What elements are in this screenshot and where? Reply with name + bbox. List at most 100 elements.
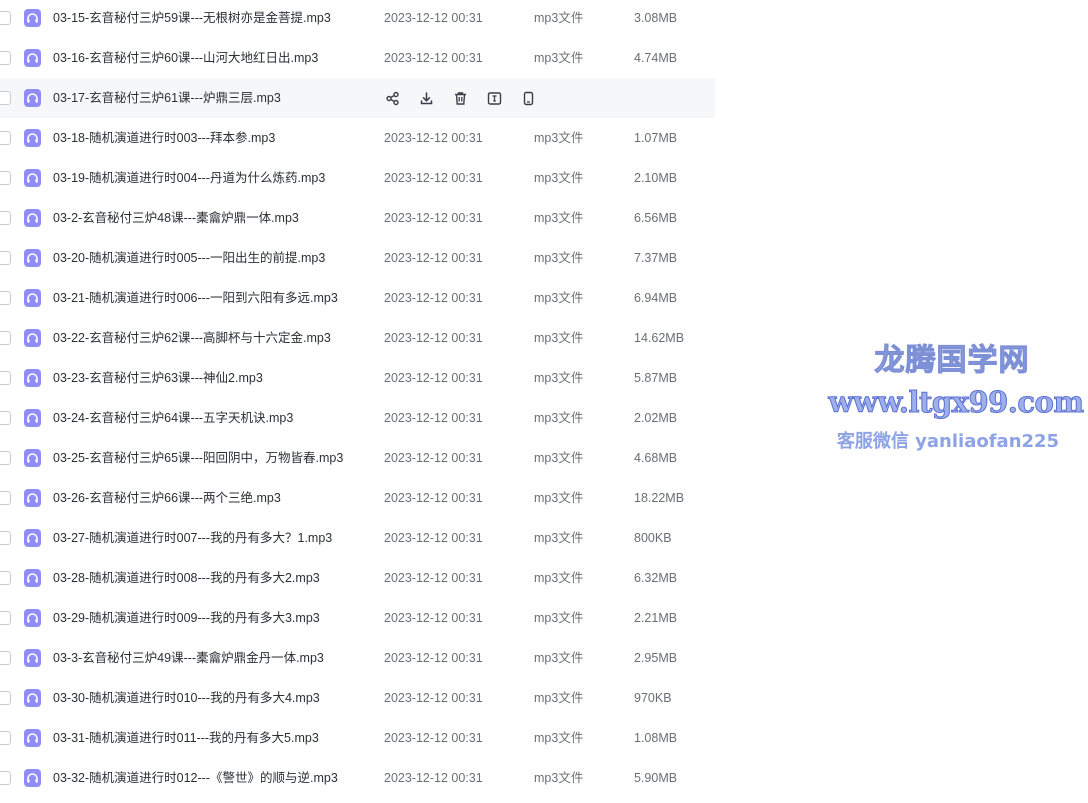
file-name[interactable]: 03-30-随机演道进行时010---我的丹有多大4.mp3 <box>53 678 320 718</box>
headphones-icon <box>24 529 41 547</box>
download-icon[interactable] <box>417 89 435 107</box>
row-checkbox[interactable] <box>0 611 11 625</box>
file-size: 1.07MB <box>634 131 678 145</box>
file-date: 2023-12-12 00:31 <box>384 131 483 145</box>
row-checkbox[interactable] <box>0 651 11 665</box>
file-name[interactable]: 03-17-玄音秘付三炉61课---炉鼎三层.mp3 <box>53 78 281 118</box>
row-checkbox[interactable] <box>0 251 11 265</box>
file-row[interactable]: 03-23-玄音秘付三炉63课---神仙2.mp3 2023-12-12 00:3… <box>0 358 715 398</box>
file-list: 03-15-玄音秘付三炉59课---无根树亦是金菩提.mp3 2023-12-12… <box>0 0 715 798</box>
file-date: 2023-12-12 00:31 <box>384 771 483 785</box>
file-size: 7.37MB <box>634 251 678 265</box>
file-row[interactable]: 03-29-随机演道进行时009---我的丹有多大3.mp3 2023-12-12… <box>0 598 715 638</box>
row-checkbox[interactable] <box>0 771 11 785</box>
file-row[interactable]: 03-28-随机演道进行时008---我的丹有多大2.mp3 2023-12-12… <box>0 558 715 598</box>
file-name[interactable]: 03-3-玄音秘付三炉49课---橐龠炉鼎金丹一体.mp3 <box>53 638 324 678</box>
row-checkbox[interactable] <box>0 331 11 345</box>
row-checkbox[interactable] <box>0 371 11 385</box>
file-row[interactable]: 03-22-玄音秘付三炉62课---高脚杯与十六定金.mp3 2023-12-12… <box>0 318 715 358</box>
row-checkbox[interactable] <box>0 291 11 305</box>
file-name[interactable]: 03-23-玄音秘付三炉63课---神仙2.mp3 <box>53 358 263 398</box>
file-name[interactable]: 03-28-随机演道进行时008---我的丹有多大2.mp3 <box>53 558 320 598</box>
row-checkbox[interactable] <box>0 131 11 145</box>
file-size: 5.87MB <box>634 371 678 385</box>
file-row[interactable]: 03-20-随机演道进行时005---一阳出生的前提.mp3 2023-12-12… <box>0 238 715 278</box>
mobile-icon[interactable] <box>519 89 537 107</box>
file-row[interactable]: 03-32-随机演道进行时012---《警世》的顺与逆.mp3 2023-12-1… <box>0 758 715 798</box>
row-checkbox[interactable] <box>0 411 11 425</box>
row-checkbox[interactable] <box>0 571 11 585</box>
file-row[interactable]: 03-17-玄音秘付三炉61课---炉鼎三层.mp3 <box>0 78 715 118</box>
row-checkbox[interactable] <box>0 11 11 25</box>
file-name[interactable]: 03-15-玄音秘付三炉59课---无根树亦是金菩提.mp3 <box>53 0 331 38</box>
file-row[interactable]: 03-30-随机演道进行时010---我的丹有多大4.mp3 2023-12-12… <box>0 678 715 718</box>
headphones-icon <box>24 9 41 27</box>
file-size: 1.08MB <box>634 731 678 745</box>
file-row[interactable]: 03-27-随机演道进行时007---我的丹有多大？1.mp3 2023-12-1… <box>0 518 715 558</box>
file-row[interactable]: 03-24-玄音秘付三炉64课---五字天机诀.mp3 2023-12-12 00… <box>0 398 715 438</box>
file-name[interactable]: 03-2-玄音秘付三炉48课---橐龠炉鼎一体.mp3 <box>53 198 299 238</box>
file-row[interactable]: 03-15-玄音秘付三炉59课---无根树亦是金菩提.mp3 2023-12-12… <box>0 0 715 38</box>
file-name[interactable]: 03-26-玄音秘付三炉66课---两个三绝.mp3 <box>53 478 281 518</box>
row-checkbox[interactable] <box>0 171 11 185</box>
file-date: 2023-12-12 00:31 <box>384 291 483 305</box>
file-type: mp3文件 <box>534 11 584 25</box>
file-date: 2023-12-12 00:31 <box>384 51 483 65</box>
file-name[interactable]: 03-20-随机演道进行时005---一阳出生的前提.mp3 <box>53 238 325 278</box>
file-row[interactable]: 03-26-玄音秘付三炉66课---两个三绝.mp3 2023-12-12 00:… <box>0 478 715 518</box>
row-checkbox[interactable] <box>0 531 11 545</box>
headphones-icon <box>24 729 41 747</box>
file-type: mp3文件 <box>534 451 584 465</box>
file-name[interactable]: 03-22-玄音秘付三炉62课---高脚杯与十六定金.mp3 <box>53 318 331 358</box>
file-size: 800KB <box>634 531 672 545</box>
file-row[interactable]: 03-2-玄音秘付三炉48课---橐龠炉鼎一体.mp3 2023-12-12 00… <box>0 198 715 238</box>
file-name[interactable]: 03-31-随机演道进行时011---我的丹有多大5.mp3 <box>53 718 319 758</box>
delete-icon[interactable] <box>451 89 469 107</box>
file-name[interactable]: 03-21-随机演道进行时006---一阳到六阳有多远.mp3 <box>53 278 338 318</box>
file-type: mp3文件 <box>534 731 584 745</box>
file-size: 18.22MB <box>634 491 685 505</box>
file-date: 2023-12-12 00:31 <box>384 451 483 465</box>
headphones-icon <box>24 209 41 227</box>
file-date: 2023-12-12 00:31 <box>384 331 483 345</box>
file-row[interactable]: 03-18-随机演道进行时003---拜本参.mp3 2023-12-12 00:… <box>0 118 715 158</box>
file-name[interactable]: 03-25-玄音秘付三炉65课---阳回阴中，万物皆春.mp3 <box>53 438 343 478</box>
file-size: 14.62MB <box>634 331 685 345</box>
row-checkbox[interactable] <box>0 731 11 745</box>
row-checkbox[interactable] <box>0 51 11 65</box>
file-row[interactable]: 03-31-随机演道进行时011---我的丹有多大5.mp3 2023-12-12… <box>0 718 715 758</box>
file-row[interactable]: 03-19-随机演道进行时004---丹道为什么炼药.mp3 2023-12-12… <box>0 158 715 198</box>
file-name[interactable]: 03-29-随机演道进行时009---我的丹有多大3.mp3 <box>53 598 320 638</box>
file-name[interactable]: 03-24-玄音秘付三炉64课---五字天机诀.mp3 <box>53 398 293 438</box>
row-checkbox[interactable] <box>0 491 11 505</box>
share-icon[interactable] <box>383 89 401 107</box>
file-date: 2023-12-12 00:31 <box>384 251 483 265</box>
headphones-icon <box>24 89 41 107</box>
file-size: 6.32MB <box>634 571 678 585</box>
file-date: 2023-12-12 00:31 <box>384 411 483 425</box>
file-size: 6.56MB <box>634 211 678 225</box>
file-name[interactable]: 03-27-随机演道进行时007---我的丹有多大？1.mp3 <box>53 518 332 558</box>
file-row[interactable]: 03-21-随机演道进行时006---一阳到六阳有多远.mp3 2023-12-1… <box>0 278 715 318</box>
file-row[interactable]: 03-16-玄音秘付三炉60课---山河大地红日出.mp3 2023-12-12 … <box>0 38 715 78</box>
row-checkbox[interactable] <box>0 451 11 465</box>
file-name[interactable]: 03-32-随机演道进行时012---《警世》的顺与逆.mp3 <box>53 758 338 798</box>
file-date: 2023-12-12 00:31 <box>384 11 483 25</box>
row-checkbox[interactable] <box>0 91 11 105</box>
file-date: 2023-12-12 00:31 <box>384 611 483 625</box>
rename-icon[interactable] <box>485 89 503 107</box>
file-type: mp3文件 <box>534 331 584 345</box>
row-checkbox[interactable] <box>0 211 11 225</box>
file-row[interactable]: 03-25-玄音秘付三炉65课---阳回阴中，万物皆春.mp3 2023-12-1… <box>0 438 715 478</box>
file-size: 2.95MB <box>634 651 678 665</box>
headphones-icon <box>24 769 41 787</box>
file-name[interactable]: 03-19-随机演道进行时004---丹道为什么炼药.mp3 <box>53 158 325 198</box>
file-type: mp3文件 <box>534 371 584 385</box>
file-type: mp3文件 <box>534 651 584 665</box>
file-type: mp3文件 <box>534 531 584 545</box>
file-row[interactable]: 03-3-玄音秘付三炉49课---橐龠炉鼎金丹一体.mp3 2023-12-12 … <box>0 638 715 678</box>
file-name[interactable]: 03-16-玄音秘付三炉60课---山河大地红日出.mp3 <box>53 38 318 78</box>
row-checkbox[interactable] <box>0 691 11 705</box>
file-size: 2.21MB <box>634 611 678 625</box>
file-name[interactable]: 03-18-随机演道进行时003---拜本参.mp3 <box>53 118 275 158</box>
